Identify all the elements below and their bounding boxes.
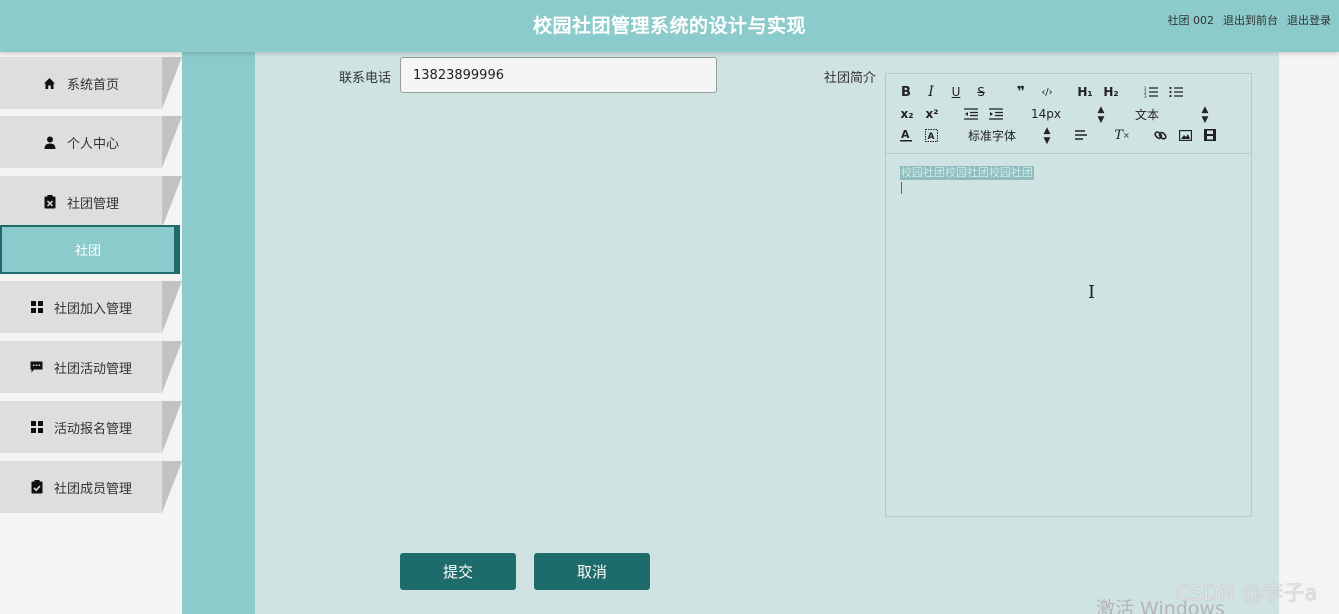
sidebar-item-label: 系统首页 — [66, 77, 119, 93]
align-icon[interactable] — [1074, 126, 1088, 144]
home-icon — [43, 76, 57, 90]
bold-button[interactable]: B — [900, 83, 912, 101]
code-block-button[interactable]: ‹/› — [1038, 83, 1056, 101]
sidebar-item-label: 社团成员管理 — [53, 481, 132, 497]
clipboard-x-icon — [43, 195, 57, 209]
sidebar-item-home[interactable]: 系统首页 — [0, 57, 182, 109]
text-color-icon[interactable]: A — [899, 126, 913, 144]
strike-button[interactable]: S — [975, 83, 987, 101]
heading2-button[interactable]: H₂ — [1101, 83, 1121, 101]
heading1-button[interactable]: H₁ — [1075, 83, 1095, 101]
font-size-select-value[interactable]: 14px — [1031, 105, 1061, 123]
sidebar-item-label: 社团管理 — [66, 196, 119, 212]
editor-content[interactable]: 校园社团校园社团校园社团 — [900, 166, 1034, 180]
clipboard-check-icon — [30, 480, 44, 494]
video-icon[interactable] — [1203, 126, 1217, 144]
sidebar-item-join-management[interactable]: 社团加入管理 — [0, 281, 182, 333]
link-icon[interactable] — [1153, 126, 1167, 144]
intro-label: 社团简介 — [824, 71, 877, 86]
mouse-ibeam-cursor-icon: I — [1088, 282, 1096, 303]
sidebar-item-activity-management[interactable]: 社团活动管理 — [0, 341, 182, 393]
sidebar-item-member-management[interactable]: 社团成员管理 — [0, 461, 182, 513]
logout-link[interactable]: 退出登录 — [1287, 12, 1331, 28]
right-margin — [1279, 52, 1339, 614]
italic-button[interactable]: I — [925, 83, 937, 101]
top-header: 校园社团管理系统的设计与实现 社团 002 退出到前台 退出登录 — [0, 0, 1339, 52]
editor-toolbar: B I U S ❞ ‹/› H₁ H₂ 123 x₂ x² 14px ▲ ▼ 文本… — [886, 74, 1251, 154]
text-caret — [901, 182, 902, 194]
current-user: 社团 002 — [1167, 14, 1215, 27]
svg-text:3: 3 — [1144, 94, 1147, 98]
cancel-button[interactable]: 取消 — [534, 553, 650, 590]
csdn-watermark: CSDN @李子a — [1175, 581, 1318, 605]
user-icon — [43, 135, 57, 149]
rich-text-editor: B I U S ❞ ‹/› H₁ H₂ 123 x₂ x² 14px ▲ ▼ 文本… — [885, 73, 1252, 517]
sidebar-subitem-club[interactable]: 社团 — [0, 225, 180, 274]
sidebar-item-label: 社团活动管理 — [53, 361, 132, 377]
grid-icon — [30, 300, 44, 314]
sidebar: 系统首页 个人中心 社团管理 社团 社团加入管理 社团活动管理 活动报名管理 社… — [0, 52, 182, 614]
sidebar-accent-strip — [182, 52, 255, 614]
bullet-list-icon[interactable] — [1168, 83, 1184, 101]
sidebar-item-label: 社团加入管理 — [53, 301, 132, 317]
image-icon[interactable] — [1178, 126, 1192, 144]
subscript-button[interactable]: x₂ — [899, 105, 915, 123]
sidebar-item-label: 活动报名管理 — [53, 421, 132, 437]
svg-text:A: A — [901, 128, 910, 141]
grid-icon — [30, 420, 44, 434]
font-family-select-value[interactable]: 标准字体 — [964, 126, 1020, 144]
font-size-select-arrow-icon[interactable]: ▲ ▼ — [1096, 105, 1106, 125]
superscript-button[interactable]: x² — [924, 105, 940, 123]
header-select-value[interactable]: 文本 — [1132, 105, 1162, 123]
message-icon — [30, 360, 44, 374]
submit-button[interactable]: 提交 — [400, 553, 516, 590]
font-family-select-arrow-icon[interactable]: ▲ ▼ — [1042, 126, 1052, 146]
indent-icon[interactable] — [988, 105, 1004, 123]
sidebar-item-club-management[interactable]: 社团管理 — [0, 176, 182, 228]
background-color-icon[interactable]: A — [924, 126, 938, 144]
phone-input[interactable] — [400, 57, 717, 93]
phone-label: 联系电话 — [339, 71, 392, 86]
clear-format-icon[interactable]: T × — [1114, 126, 1129, 144]
ordered-list-icon[interactable]: 123 — [1143, 83, 1159, 101]
user-area: 社团 002 退出到前台 退出登录 — [1168, 12, 1332, 28]
underline-button[interactable]: U — [950, 83, 962, 101]
header-select-arrow-icon[interactable]: ▲ ▼ — [1200, 105, 1210, 125]
app-title: 校园社团管理系统的设计与实现 — [532, 15, 806, 37]
back-to-frontend-link[interactable]: 退出到前台 — [1223, 12, 1278, 28]
sidebar-item-profile[interactable]: 个人中心 — [0, 116, 182, 168]
sidebar-item-label: 个人中心 — [66, 136, 119, 152]
outdent-icon[interactable] — [963, 105, 979, 123]
blockquote-button[interactable]: ❞ — [1013, 83, 1029, 101]
sidebar-item-signup-management[interactable]: 活动报名管理 — [0, 401, 182, 453]
svg-text:A: A — [927, 132, 934, 142]
